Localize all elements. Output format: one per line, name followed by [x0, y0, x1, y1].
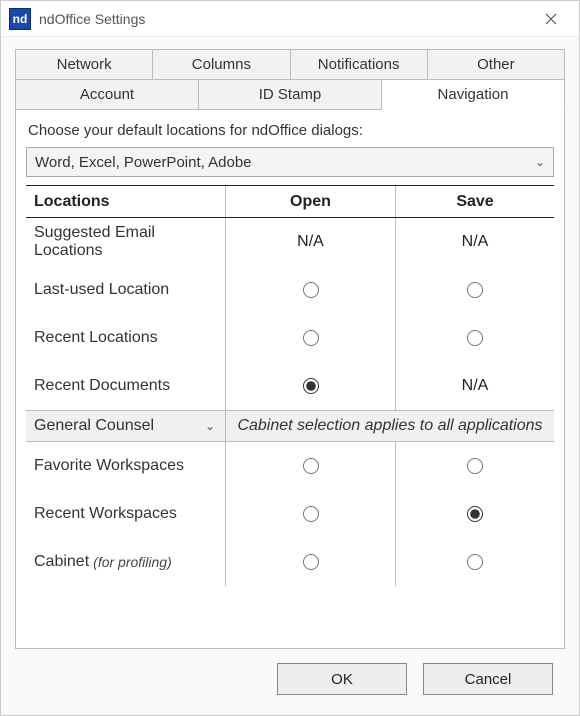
radio-open-recws[interactable]	[303, 506, 319, 522]
row-label: Suggested Email Locations	[26, 218, 226, 266]
chevron-down-icon: ⌄	[205, 419, 221, 433]
tab-navigation[interactable]: Navigation	[381, 79, 565, 110]
radio-save-recentloc[interactable]	[467, 330, 483, 346]
tab-notifications[interactable]: Notifications	[290, 49, 428, 80]
radio-open-favws[interactable]	[303, 458, 319, 474]
row-cabinet-profiling: Cabinet (for profiling)	[26, 538, 554, 586]
row-label: Favorite Workspaces	[26, 442, 226, 490]
intro-text: Choose your default locations for ndOffi…	[28, 122, 554, 139]
cabinet-hint: Cabinet selection applies to all applica…	[226, 411, 554, 441]
app-logo: nd	[9, 8, 31, 30]
tab-columns[interactable]: Columns	[152, 49, 290, 80]
app-selector-value: Word, Excel, PowerPoint, Adobe	[35, 154, 535, 171]
chevron-down-icon: ⌄	[535, 155, 545, 169]
close-button[interactable]	[531, 5, 571, 33]
row-label: Recent Documents	[26, 362, 226, 410]
na-text: N/A	[462, 233, 489, 251]
ok-button[interactable]: OK	[277, 663, 407, 695]
locations-grid: Locations Open Save Suggested Email Loca…	[26, 185, 554, 586]
row-recent-workspaces: Recent Workspaces	[26, 490, 554, 538]
row-cabinet-selector: General Counsel ⌄ Cabinet selection appl…	[26, 410, 554, 442]
col-save: Save	[396, 186, 554, 217]
row-recent-documents: Recent Documents N/A	[26, 362, 554, 410]
row-label: Cabinet (for profiling)	[26, 538, 226, 586]
grid-header: Locations Open Save	[26, 186, 554, 218]
row-label: Last-used Location	[26, 266, 226, 314]
na-text: N/A	[297, 233, 324, 251]
titlebar: nd ndOffice Settings	[1, 1, 579, 37]
row-label: Recent Workspaces	[26, 490, 226, 538]
tab-id-stamp[interactable]: ID Stamp	[198, 79, 382, 110]
tab-account[interactable]: Account	[15, 79, 199, 110]
col-locations: Locations	[26, 186, 226, 217]
radio-save-favws[interactable]	[467, 458, 483, 474]
cabinet-note: (for profiling)	[93, 554, 172, 570]
row-suggested-email: Suggested Email Locations N/A N/A	[26, 218, 554, 266]
cabinet-value: General Counsel	[34, 417, 205, 435]
row-last-used: Last-used Location	[26, 266, 554, 314]
na-text: N/A	[462, 377, 489, 395]
tab-network[interactable]: Network	[15, 49, 153, 80]
radio-open-recentdoc[interactable]	[303, 378, 319, 394]
row-recent-locations: Recent Locations	[26, 314, 554, 362]
tab-container: Network Columns Notifications Other Acco…	[15, 49, 565, 110]
window-body: Network Columns Notifications Other Acco…	[1, 37, 579, 715]
app-selector-dropdown[interactable]: Word, Excel, PowerPoint, Adobe ⌄	[26, 147, 554, 177]
radio-save-lastused[interactable]	[467, 282, 483, 298]
col-open: Open	[226, 186, 396, 217]
radio-save-cabinet[interactable]	[467, 554, 483, 570]
radio-open-recentloc[interactable]	[303, 330, 319, 346]
settings-window: nd ndOffice Settings Network Columns Not…	[0, 0, 580, 716]
close-icon	[545, 13, 557, 25]
cabinet-dropdown[interactable]: General Counsel ⌄	[34, 417, 221, 435]
radio-save-recws[interactable]	[467, 506, 483, 522]
row-favorite-workspaces: Favorite Workspaces	[26, 442, 554, 490]
tabpage-navigation: Choose your default locations for ndOffi…	[15, 110, 565, 649]
dialog-buttons: OK Cancel	[15, 649, 565, 707]
tab-other[interactable]: Other	[427, 49, 565, 80]
radio-open-lastused[interactable]	[303, 282, 319, 298]
radio-open-cabinet[interactable]	[303, 554, 319, 570]
window-title: ndOffice Settings	[39, 11, 531, 27]
cancel-button[interactable]: Cancel	[423, 663, 553, 695]
row-label: Recent Locations	[26, 314, 226, 362]
cabinet-label: Cabinet	[34, 553, 89, 571]
